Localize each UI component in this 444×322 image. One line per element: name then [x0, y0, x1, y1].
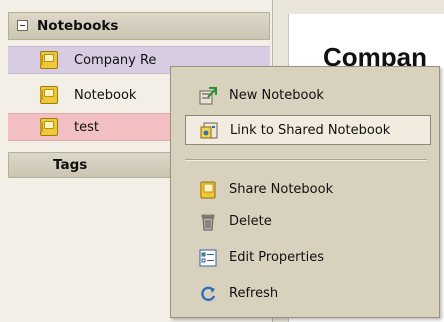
context-menu: New Notebook Link to Shared Notebook Sha…: [170, 66, 440, 318]
menu-item-refresh[interactable]: Refresh: [185, 279, 431, 309]
edit-properties-icon: [199, 249, 217, 267]
trash-icon: [199, 213, 217, 231]
notebook-item-label: Company Re: [74, 53, 157, 68]
menu-item-delete[interactable]: Delete: [185, 207, 431, 237]
menu-item-label: Refresh: [229, 286, 279, 301]
menu-item-label: Delete: [229, 214, 272, 229]
new-notebook-icon: [199, 87, 217, 105]
refresh-icon: [199, 285, 217, 303]
menu-item-share-notebook[interactable]: Share Notebook: [185, 175, 431, 205]
menu-item-label: Link to Shared Notebook: [230, 123, 391, 138]
notebook-icon: [40, 118, 58, 136]
menu-item-label: Edit Properties: [229, 250, 325, 265]
menu-item-edit-properties[interactable]: Edit Properties: [185, 243, 431, 273]
menu-separator: [185, 159, 427, 161]
tags-header-label: Tags: [53, 157, 88, 173]
link-shared-notebook-icon: [200, 122, 218, 140]
menu-item-new-notebook[interactable]: New Notebook: [185, 81, 431, 111]
notebooks-header-label: Notebooks: [37, 18, 119, 34]
notebooks-header[interactable]: Notebooks: [8, 12, 270, 40]
collapse-icon[interactable]: [17, 20, 28, 31]
notebook-item-label: test: [74, 120, 99, 135]
notebook-icon: [40, 86, 58, 104]
menu-item-link-shared-notebook[interactable]: Link to Shared Notebook: [185, 115, 431, 145]
share-notebook-icon: [199, 181, 217, 199]
menu-item-label: New Notebook: [229, 88, 324, 103]
notebook-item-label: Notebook: [74, 88, 137, 103]
menu-item-label: Share Notebook: [229, 182, 334, 197]
notebook-icon: [40, 51, 58, 69]
